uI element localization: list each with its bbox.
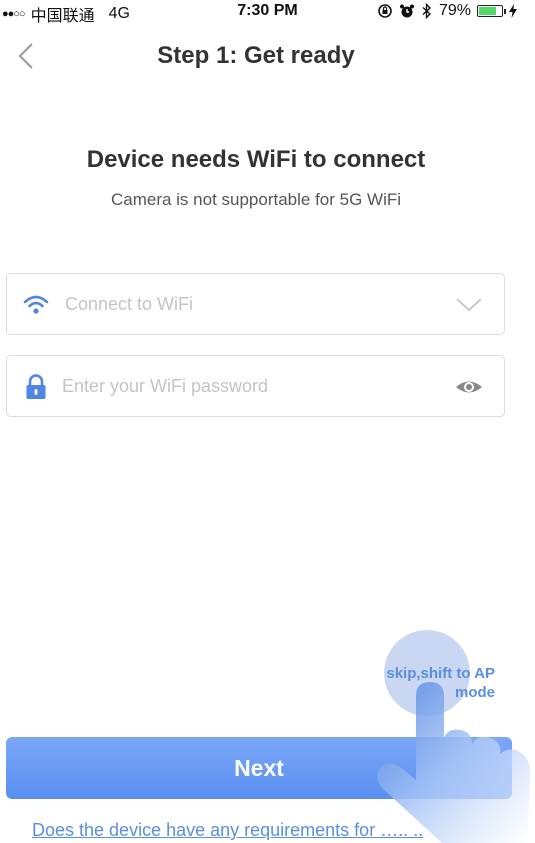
requirements-link[interactable]: Does the device have any requirements fo…	[32, 820, 423, 841]
section-heading: Device needs WiFi to connect	[86, 146, 426, 173]
status-bar: ●●○○ 中国联通 4G 7:30 PM 79%	[0, 0, 535, 26]
bluetooth-icon	[422, 3, 431, 19]
wifi-icon	[23, 295, 49, 314]
page-title: Step 1: Get ready	[157, 42, 355, 69]
lock-icon	[26, 374, 46, 399]
chevron-down-icon[interactable]	[454, 290, 484, 320]
nav-bar: Step 1: Get ready	[0, 30, 535, 82]
hand-pointer-icon	[377, 682, 531, 843]
battery-icon	[477, 5, 506, 17]
charging-icon	[509, 4, 517, 18]
rotation-lock-icon	[378, 4, 392, 18]
battery-percent: 79%	[438, 2, 471, 19]
wifi-select-field[interactable]: Connect to WiFi	[6, 273, 505, 335]
battery-fill	[479, 7, 497, 15]
alarm-icon	[399, 4, 414, 18]
password-field-placeholder: Enter your WiFi password	[62, 376, 269, 396]
wifi-password-field[interactable]: Enter your WiFi password	[6, 355, 505, 417]
status-right: 79%	[377, 2, 517, 20]
eye-icon[interactable]	[454, 372, 484, 402]
section-subheading: Camera is not supportable for 5G WiFi	[110, 190, 402, 209]
wifi-field-placeholder: Connect to WiFi	[65, 294, 194, 314]
